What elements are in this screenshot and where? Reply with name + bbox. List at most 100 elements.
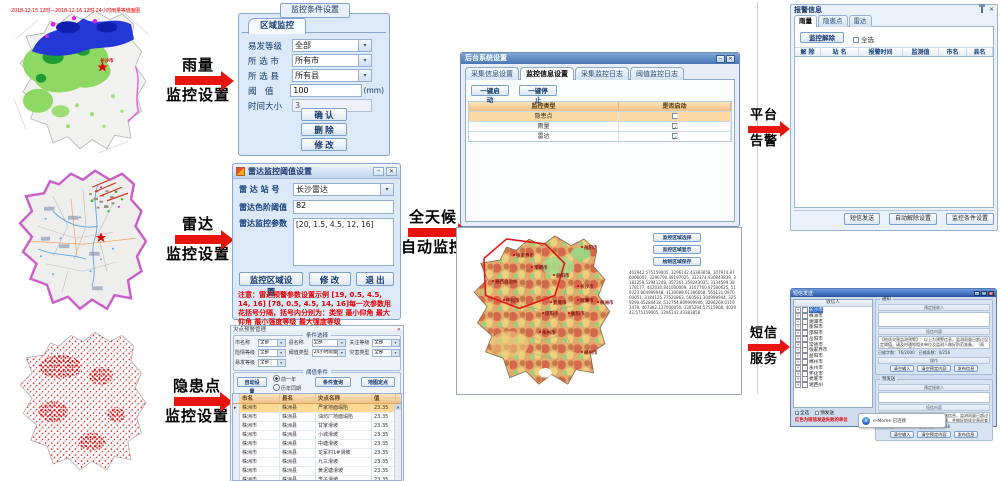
tab-area-monitoring[interactable]: 区域监控	[248, 18, 306, 34]
footer-button[interactable]: 短信发送	[844, 213, 880, 225]
row-selector[interactable]	[233, 449, 240, 458]
expand-icon[interactable]	[795, 382, 801, 388]
publish-button[interactable]: 发布信息	[954, 431, 979, 438]
sms-content[interactable]: 【地质灾害监测预警】：以上为预警信息，监测雨量已超过设定阈值，请及时通知相关单位…	[878, 336, 990, 349]
tree-item[interactable]: 湘西州	[794, 382, 872, 388]
titlebar[interactable]: 短信发送 ─□✕	[791, 289, 996, 297]
chevron-down-icon[interactable]: ▾	[337, 340, 345, 346]
chevron-down-icon[interactable]: ▾	[277, 360, 285, 366]
auto-set-button[interactable]: 自动设置	[237, 377, 267, 387]
filter-dropdown[interactable]: 全部 ▾	[372, 339, 400, 347]
table-row[interactable]: 株洲市 株洲县 龙军村1#滑坡 23.35	[233, 449, 401, 458]
alarm-tab[interactable]: 雨量	[794, 15, 817, 27]
clear-input-button[interactable]: 清空输入	[890, 365, 915, 372]
checkbox[interactable]	[853, 37, 859, 43]
threshold-input[interactable]: 100	[290, 84, 361, 97]
table-row[interactable]: 株洲市 株洲县 小城滑坡 23.35	[233, 431, 401, 440]
field-dropdown[interactable]: 全部 ▾	[292, 39, 372, 52]
table-row[interactable]: 株洲市 株洲县 黄泥塘滑坡 23.35	[233, 467, 401, 476]
filter-dropdown[interactable]: 24小时雨量 ▾	[312, 349, 347, 357]
radio-last-year[interactable]: 前一年	[273, 375, 301, 384]
titlebar[interactable]: 后台系统设置 ─✕	[461, 53, 739, 64]
chevron-down-icon[interactable]: ▾	[380, 184, 393, 195]
chevron-down-icon[interactable]: ▾	[277, 340, 285, 346]
chevron-down-icon[interactable]: ▾	[358, 40, 371, 51]
field-dropdown[interactable]: 所有市 ▾	[292, 54, 372, 67]
footer-button[interactable]: 自动解除设置	[889, 213, 937, 225]
chevron-down-icon[interactable]: ▾	[391, 350, 399, 356]
region-tool-button[interactable]: 监控区域显示	[653, 245, 701, 254]
titlebar[interactable]: 雷达监控阈值设置 ─ ✕	[233, 164, 400, 179]
maximize-icon[interactable]: □	[981, 291, 987, 296]
dialog-button[interactable]: 确 认	[301, 108, 347, 121]
chevron-down-icon[interactable]: ▾	[337, 350, 345, 356]
checkbox[interactable]	[815, 411, 819, 415]
row-selector[interactable]	[233, 476, 240, 481]
row-selector[interactable]	[233, 467, 240, 476]
scrollbar[interactable]: ▲	[394, 404, 401, 480]
dialog-button[interactable]: 修 改	[301, 138, 347, 151]
row-selector[interactable]	[233, 431, 240, 440]
settings-tab[interactable]: 阈值监控日志	[630, 67, 684, 80]
radio-history[interactable]: 历年同期	[273, 384, 301, 393]
row-selector[interactable]	[233, 422, 240, 431]
minimize-icon[interactable]: ─	[974, 291, 980, 296]
checkbox[interactable]: ✓	[672, 133, 678, 139]
checkbox[interactable]	[802, 382, 808, 388]
close-icon[interactable]: ✕	[386, 167, 397, 176]
settings-tab[interactable]: 监控信息设置	[520, 67, 574, 80]
footer-button[interactable]: 监控条件设置	[946, 213, 994, 225]
table-row[interactable]: 株洲市 株洲县 李子滑坡 23.35	[233, 476, 401, 481]
query-button[interactable]: 条件查询	[315, 377, 351, 387]
table-row[interactable]: 株洲市 株洲县 油坊厂地面塌陷 23.35	[233, 413, 401, 422]
chevron-down-icon[interactable]: ▾	[277, 350, 285, 356]
recipients-box[interactable]	[878, 392, 990, 403]
select-all[interactable]: 全选	[853, 34, 874, 44]
alarm-tab[interactable]: 隐患点	[818, 15, 848, 27]
table-row[interactable]: 株洲市 株洲县 甘家滑坡 23.35	[233, 422, 401, 431]
filter-dropdown[interactable]: 全部 ▾	[258, 349, 286, 357]
exit-button[interactable]: 退 出	[356, 272, 394, 286]
region-tool-button[interactable]: 监控区域选择	[653, 233, 701, 242]
clear-preset-button[interactable]: 清空预定内容	[917, 365, 950, 372]
clear-input-button[interactable]: 清空输入	[890, 431, 915, 438]
table-row[interactable]: 株洲市 株洲县 严家地面塌陷 23.35	[233, 404, 401, 413]
stop-all-button[interactable]: 一键停止	[519, 85, 557, 96]
region-tool-button[interactable]: 绘制区域保存	[653, 257, 701, 266]
alarm-tab[interactable]: 雷达	[849, 15, 872, 27]
param-textarea[interactable]: [20, 1.5, 4.5, 12, 16]	[293, 218, 394, 266]
settings-tab[interactable]: 采集信息设置	[465, 67, 519, 80]
filter-dropdown[interactable]: 全部 ▾	[372, 349, 400, 357]
release-button[interactable]: 监控解除	[800, 32, 844, 43]
checkbox[interactable]	[672, 113, 678, 119]
pin-icon[interactable]	[981, 7, 983, 13]
dialog-button[interactable]: 删 除	[301, 123, 347, 136]
table-row[interactable]: 株洲市 株洲县 中塘滑坡 23.35	[233, 440, 401, 449]
radio-off-icon[interactable]	[273, 384, 280, 391]
checkbox[interactable]: ✓	[672, 123, 678, 129]
scroll-up-icon[interactable]: ▲	[395, 404, 401, 410]
start-all-button[interactable]: 一键启动	[471, 85, 509, 96]
settings-tab[interactable]: 采集监控日志	[575, 67, 629, 80]
publish-button[interactable]: 发布信息	[954, 365, 979, 372]
minimize-icon[interactable]: ─	[373, 167, 384, 176]
level-input[interactable]: 82	[293, 200, 394, 214]
area-settings-button[interactable]: 监控区域设置	[239, 272, 303, 286]
row-selector[interactable]	[233, 404, 240, 413]
clear-preset-button[interactable]: 清空预定内容	[917, 431, 950, 438]
checkbox[interactable]: ✓	[795, 411, 799, 415]
row-selector[interactable]	[233, 413, 240, 422]
monitor-row[interactable]: 雷达 ✓	[469, 131, 731, 141]
close-icon[interactable]: ✕	[726, 55, 735, 63]
minimize-icon[interactable]: ─	[716, 55, 725, 63]
recipients-box[interactable]	[878, 312, 990, 327]
field-dropdown[interactable]: 所有县 ▾	[292, 69, 372, 82]
chevron-down-icon[interactable]: ▾	[358, 55, 371, 66]
row-selector[interactable]	[233, 440, 240, 449]
chevron-down-icon[interactable]: ▾	[391, 340, 399, 346]
radio-on-icon[interactable]	[273, 375, 280, 382]
close-icon[interactable]: ✕	[988, 291, 994, 296]
monitor-row[interactable]: 隐患点	[469, 111, 731, 121]
station-dropdown[interactable]: 长沙雷达 ▾	[293, 183, 394, 196]
chevron-down-icon[interactable]: ▾	[358, 70, 371, 81]
